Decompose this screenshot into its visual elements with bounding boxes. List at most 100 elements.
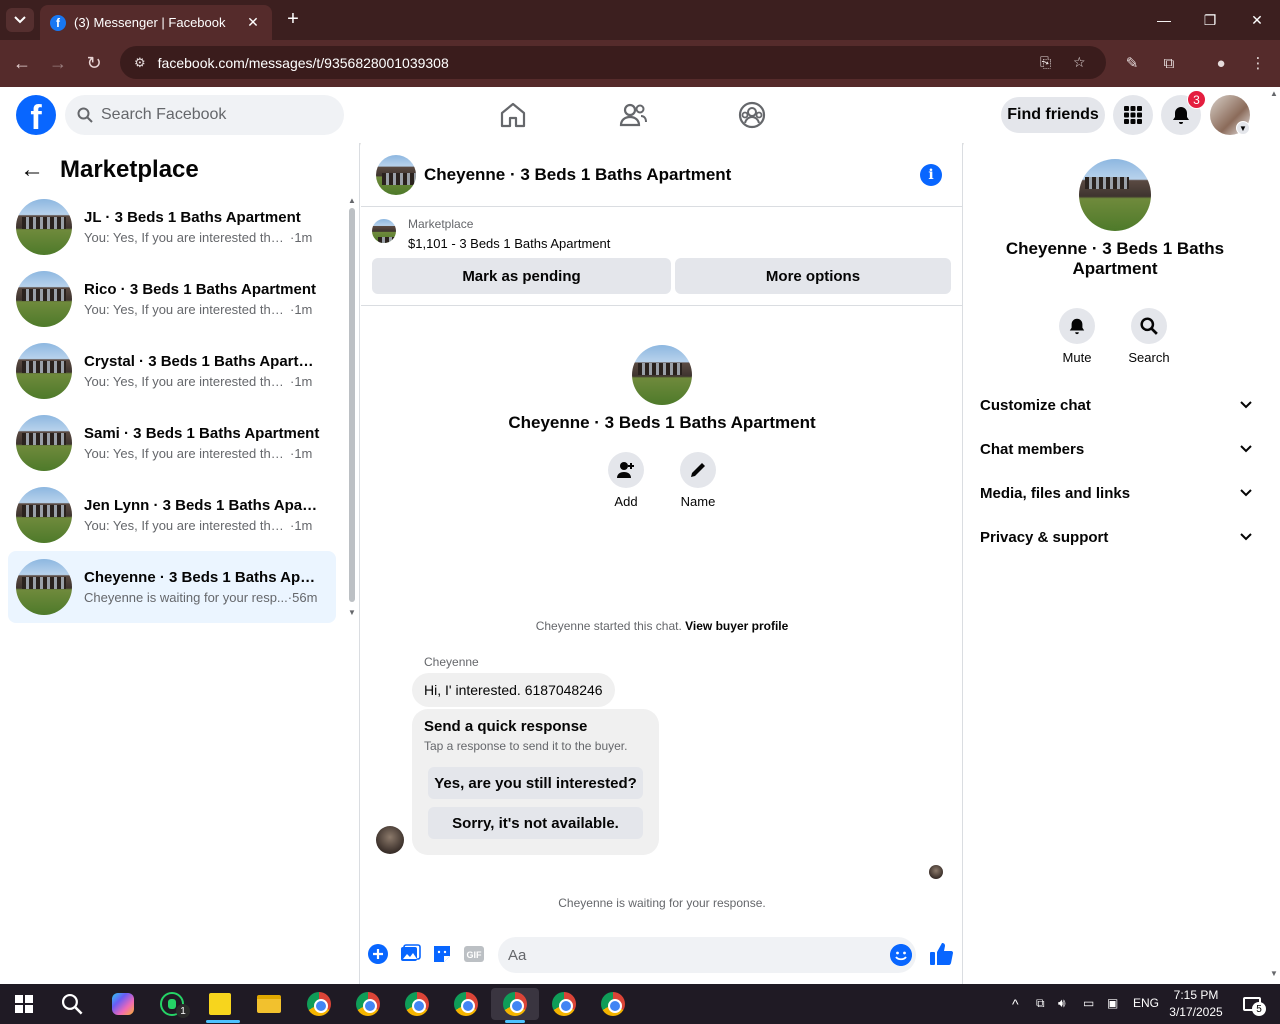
conversation-item[interactable]: Jen Lynn · 3 Beds 1 Baths Apart... You: … — [8, 479, 336, 551]
conversation-list-scrollbar[interactable]: ▲ ▼ — [347, 196, 357, 620]
quick-response-sorry-button[interactable]: Sorry, it's not available. — [428, 807, 643, 839]
copilot-icon[interactable] — [107, 988, 139, 1020]
facebook-favicon-icon: f — [50, 14, 66, 31]
extensions-icon[interactable]: ⧉ — [1158, 52, 1180, 74]
mute-label: Mute — [1062, 350, 1092, 365]
sticker-icon[interactable] — [431, 943, 453, 965]
clock[interactable]: 7:15 PM 3/17/2025 — [1160, 987, 1232, 1021]
minimize-button[interactable]: — — [1141, 0, 1187, 40]
chrome-icon[interactable] — [597, 988, 629, 1020]
chat-avatar[interactable] — [376, 154, 416, 195]
facebook-logo[interactable]: f — [16, 95, 56, 135]
back-button[interactable]: ← — [10, 52, 34, 74]
scroll-up-icon[interactable]: ▲ — [348, 196, 356, 205]
notification-center-icon[interactable]: 5 — [1236, 988, 1268, 1020]
more-options-button[interactable]: More options — [675, 258, 951, 294]
mark-as-pending-button[interactable]: Mark as pending — [372, 258, 671, 294]
scroll-up-icon[interactable]: ▲ — [1270, 89, 1278, 98]
listing-thumbnail — [16, 199, 72, 255]
install-app-icon[interactable]: ⎘ — [1040, 54, 1051, 71]
volume-icon[interactable]: 🔊︎ — [1058, 996, 1066, 1011]
bookmark-star-icon[interactable]: ☆ — [1073, 54, 1086, 71]
start-button[interactable] — [8, 988, 40, 1020]
pen-icon[interactable]: ✎ — [1121, 52, 1143, 74]
close-window-button[interactable]: ✕ — [1234, 0, 1280, 40]
close-tab-icon[interactable]: ✕ — [244, 14, 262, 31]
add-people-action[interactable]: Add — [596, 452, 656, 509]
sticky-notes-icon[interactable] — [204, 988, 236, 1020]
view-buyer-profile-link[interactable]: View buyer profile — [685, 619, 788, 633]
groups-icon[interactable] — [737, 100, 767, 130]
listing-title[interactable]: $1,101 - 3 Beds 1 Baths Apartment — [408, 236, 610, 251]
message-input[interactable]: Aa — [498, 937, 916, 973]
find-friends-button[interactable]: Find friends — [1001, 97, 1105, 133]
sender-avatar[interactable] — [376, 826, 404, 854]
message-bubble[interactable]: Hi, I' interested. 6187048246 — [412, 673, 615, 707]
chevron-down-icon — [1240, 489, 1252, 497]
mute-action[interactable]: Mute — [1047, 308, 1107, 365]
battery-icon[interactable]: ▣ — [1107, 996, 1118, 1010]
plus-circle-icon[interactable] — [367, 943, 389, 965]
chrome-icon-active[interactable] — [491, 988, 539, 1020]
emoji-icon[interactable] — [890, 944, 912, 966]
site-info-icon[interactable]: ⚙ — [134, 55, 146, 71]
meet-icon[interactable]: ⧉ — [1036, 996, 1045, 1011]
whatsapp-icon[interactable]: 1 — [156, 988, 190, 1020]
chevron-down-icon[interactable]: ▼ — [1236, 121, 1250, 135]
back-arrow-icon[interactable]: ← — [20, 156, 44, 184]
profile-icon[interactable]: ● — [1210, 52, 1232, 74]
conversation-item[interactable]: Crystal · 3 Beds 1 Baths Apartme... You:… — [8, 335, 336, 407]
notification-count-badge: 3 — [1187, 90, 1206, 109]
chrome-icon[interactable] — [303, 988, 335, 1020]
chrome-icon[interactable] — [352, 988, 384, 1020]
menu-grid-button[interactable] — [1113, 95, 1153, 135]
chat-title[interactable]: Cheyenne · 3 Beds 1 Baths Apartment — [424, 165, 731, 185]
bell-icon — [1069, 318, 1085, 335]
privacy-support-section[interactable]: Privacy & support — [980, 519, 1252, 555]
conversation-item[interactable]: JL · 3 Beds 1 Baths Apartment You: Yes, … — [8, 191, 336, 263]
friends-icon[interactable] — [618, 100, 648, 130]
scroll-down-icon[interactable]: ▼ — [348, 608, 356, 617]
svg-text:GIF: GIF — [467, 950, 483, 960]
taskbar-search-button[interactable] — [56, 988, 88, 1020]
page-scrollbar[interactable]: ▲ ▼ — [1268, 87, 1280, 984]
url-text: facebook.com/messages/t/9356828001039308 — [157, 54, 449, 71]
home-icon[interactable] — [498, 100, 528, 130]
photo-icon[interactable] — [399, 943, 421, 965]
facebook-search-input[interactable]: Search Facebook — [65, 95, 344, 135]
new-tab-button[interactable]: + — [282, 8, 304, 32]
listing-thumbnail[interactable] — [372, 219, 396, 243]
chrome-icon[interactable] — [401, 988, 433, 1020]
conversation-name: Sami · 3 Beds 1 Baths Apartment — [84, 425, 320, 442]
network-icon[interactable]: ▭ — [1083, 996, 1094, 1010]
rename-action[interactable]: Name — [668, 452, 728, 509]
chat-members-section[interactable]: Chat members — [980, 431, 1252, 467]
thumbs-up-icon[interactable] — [928, 941, 954, 967]
chrome-icon[interactable] — [450, 988, 482, 1020]
name-label: Name — [680, 494, 716, 509]
conversation-item-active[interactable]: Cheyenne · 3 Beds 1 Baths Apart... Cheye… — [8, 551, 336, 623]
scroll-down-icon[interactable]: ▼ — [1270, 969, 1278, 978]
customize-chat-section[interactable]: Customize chat — [980, 387, 1252, 423]
address-bar[interactable]: ⚙ facebook.com/messages/t/93568280010393… — [120, 46, 1106, 79]
language-indicator[interactable]: ENG — [1133, 996, 1159, 1010]
chevron-up-icon[interactable]: ^ — [1012, 996, 1019, 1012]
conversation-item[interactable]: Sami · 3 Beds 1 Baths Apartment You: Yes… — [8, 407, 336, 479]
file-explorer-icon[interactable] — [253, 988, 285, 1020]
chrome-icon[interactable] — [548, 988, 580, 1020]
quick-response-yes-button[interactable]: Yes, are you still interested? — [428, 767, 643, 799]
browser-menu-icon[interactable]: ⋮ — [1247, 52, 1269, 74]
chat-started-notice: Cheyenne started this chat. View buyer p… — [361, 619, 963, 633]
media-files-links-section[interactable]: Media, files and links — [980, 475, 1252, 511]
restore-button[interactable]: ❐ — [1187, 0, 1233, 40]
info-icon[interactable]: i — [920, 164, 942, 186]
conversation-item[interactable]: Rico · 3 Beds 1 Baths Apartment You: Yes… — [8, 263, 336, 335]
tab-search-button[interactable] — [6, 8, 34, 32]
browser-tab[interactable]: f (3) Messenger | Facebook ✕ — [40, 5, 272, 40]
forward-button[interactable]: → — [46, 52, 70, 74]
search-action[interactable]: Search — [1119, 308, 1179, 365]
reload-button[interactable]: ↻ — [82, 52, 106, 74]
gif-icon[interactable]: GIF — [463, 943, 485, 965]
scrollbar-thumb[interactable] — [349, 208, 355, 602]
section-label: Chat members — [980, 440, 1085, 458]
